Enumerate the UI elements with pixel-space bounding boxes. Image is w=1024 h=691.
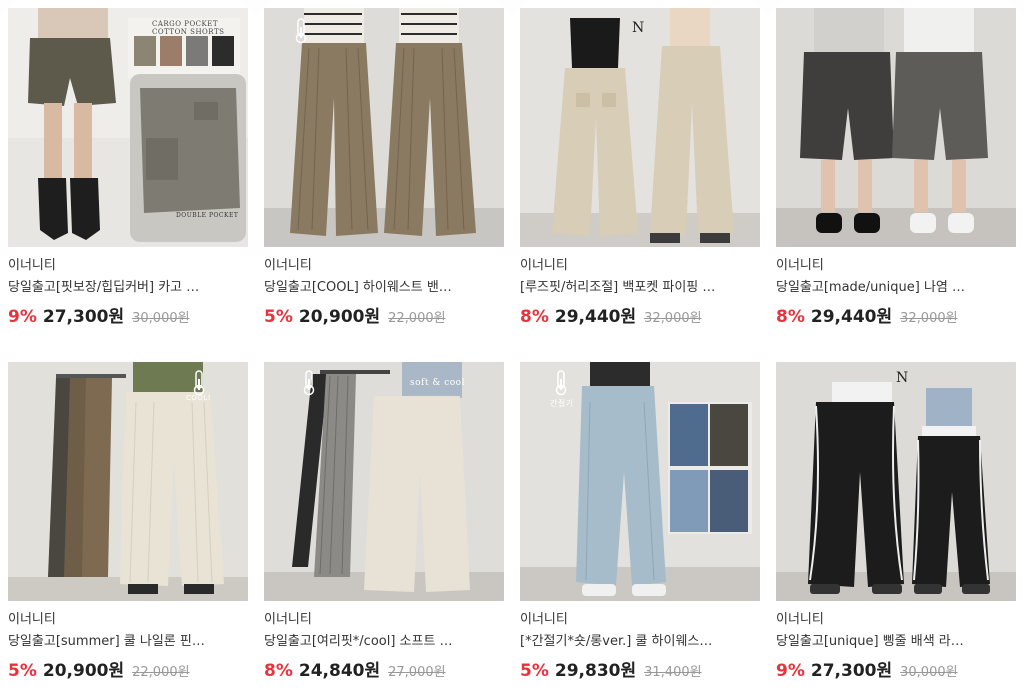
discount-rate: 9%: [776, 661, 805, 681]
product-image[interactable]: 간절기: [520, 362, 760, 601]
discount-rate: 5%: [520, 661, 549, 681]
product-brand[interactable]: 이너니티: [776, 257, 1016, 275]
product-card[interactable]: 이너니티 당일출고[made/unique] 나염 … 8% 29,440원 3…: [776, 8, 1016, 327]
discount-rate: 8%: [520, 307, 549, 327]
product-title[interactable]: [루즈핏/허리조절] 백포켓 파이핑 …: [520, 279, 752, 297]
thermometer-icon: [555, 370, 567, 396]
product-brand[interactable]: 이너니티: [776, 611, 1016, 629]
sale-price: 29,830원: [554, 661, 637, 681]
product-brand[interactable]: 이너니티: [264, 257, 504, 275]
image-overlay-text: COOL!: [186, 394, 212, 402]
price-row: 5% 20,900원 22,000원: [8, 656, 248, 681]
discount-rate: 8%: [776, 307, 805, 327]
product-card[interactable]: 이너니티 당일출고[COOL] 하이웨스트 밴… 5% 20,900원 22,0…: [264, 8, 504, 327]
product-title[interactable]: 당일출고[made/unique] 나염 …: [776, 279, 1008, 297]
price-row: 5% 20,900원 22,000원: [264, 302, 504, 327]
product-image[interactable]: [264, 8, 504, 247]
product-title[interactable]: 당일출고[unique] 삥줄 배색 라…: [776, 633, 1008, 651]
product-brand[interactable]: 이너니티: [520, 611, 760, 629]
sale-price: 20,900원: [42, 661, 125, 681]
original-price: 30,000원: [900, 665, 958, 680]
product-card[interactable]: COOL! 이너니티 당일출고[summer] 쿨 나일론 핀… 5% 20,9…: [8, 362, 248, 681]
product-image[interactable]: CARGO POCKET COTTON SHORTS DOUBLE POCKET: [8, 8, 248, 247]
product-grid: CARGO POCKET COTTON SHORTS DOUBLE POCKET…: [0, 0, 1024, 691]
discount-rate: 5%: [8, 661, 37, 681]
thermometer-icon: [295, 18, 307, 44]
sale-price: 29,440원: [554, 307, 637, 327]
svg-text:N: N: [632, 20, 644, 36]
thermometer-icon: [303, 370, 315, 396]
thermometer-icon: [193, 370, 205, 396]
price-row: 8% 24,840원 27,000원: [264, 656, 504, 681]
price-row: 5% 29,830원 31,400원: [520, 656, 760, 681]
price-row: 8% 29,440원 32,000원: [776, 302, 1016, 327]
original-price: 31,400원: [644, 665, 702, 680]
discount-rate: 8%: [264, 661, 293, 681]
product-image[interactable]: [776, 8, 1016, 247]
product-brand[interactable]: 이너니티: [264, 611, 504, 629]
original-price: 30,000원: [132, 311, 190, 326]
sale-price: 27,300원: [42, 307, 125, 327]
product-image[interactable]: COOL!: [8, 362, 248, 601]
product-title[interactable]: [*간절기*숏/롱ver.] 쿨 하이웨스…: [520, 633, 752, 651]
price-row: 9% 27,300원 30,000원: [776, 656, 1016, 681]
product-card[interactable]: CARGO POCKET COTTON SHORTS DOUBLE POCKET…: [8, 8, 248, 327]
svg-text:N: N: [896, 370, 908, 386]
sale-price: 20,900원: [298, 307, 381, 327]
original-price: 22,000원: [132, 665, 190, 680]
image-overlay-text: DOUBLE POCKET: [176, 212, 239, 219]
original-price: 32,000원: [644, 311, 702, 326]
product-image[interactable]: soft & cool: [264, 362, 504, 601]
sale-price: 24,840원: [298, 661, 381, 681]
product-brand[interactable]: 이너니티: [520, 257, 760, 275]
product-card[interactable]: N 이너니티 [루즈핏/허리조절] 백포켓 파이핑 … 8% 29,440원 3…: [520, 8, 760, 327]
original-price: 32,000원: [900, 311, 958, 326]
product-image[interactable]: N: [520, 8, 760, 247]
product-brand[interactable]: 이너니티: [8, 257, 248, 275]
product-image[interactable]: N: [776, 362, 1016, 601]
price-row: 8% 29,440원 32,000원: [520, 302, 760, 327]
product-title[interactable]: 당일출고[여리핏*/cool] 소프트 …: [264, 633, 496, 651]
product-title[interactable]: 당일출고[summer] 쿨 나일론 핀…: [8, 633, 240, 651]
image-overlay-text: CARGO POCKET COTTON SHORTS: [152, 20, 225, 36]
product-card[interactable]: 간절기 이너니티 [*간절기*숏/롱ver.] 쿨 하이웨스… 5% 29,83…: [520, 362, 760, 681]
sale-price: 27,300원: [810, 661, 893, 681]
price-row: 9% 27,300원 30,000원: [8, 302, 248, 327]
discount-rate: 5%: [264, 307, 293, 327]
image-overlay-text: soft & cool: [410, 378, 465, 388]
discount-rate: 9%: [8, 307, 37, 327]
sale-price: 29,440원: [810, 307, 893, 327]
product-title[interactable]: 당일출고[COOL] 하이웨스트 밴…: [264, 279, 496, 297]
product-brand[interactable]: 이너니티: [8, 611, 248, 629]
original-price: 27,000원: [388, 665, 446, 680]
original-price: 22,000원: [388, 311, 446, 326]
image-overlay-text: 간절기: [550, 399, 574, 408]
product-card[interactable]: soft & cool 이너니티 당일출고[여리핏*/cool] 소프트 … 8…: [264, 362, 504, 681]
product-title[interactable]: 당일출고[핏보장/힙딥커버] 카고 …: [8, 279, 240, 297]
product-card[interactable]: N 이너니티 당일출고[unique] 삥줄 배색 라… 9% 27,300원 …: [776, 362, 1016, 681]
